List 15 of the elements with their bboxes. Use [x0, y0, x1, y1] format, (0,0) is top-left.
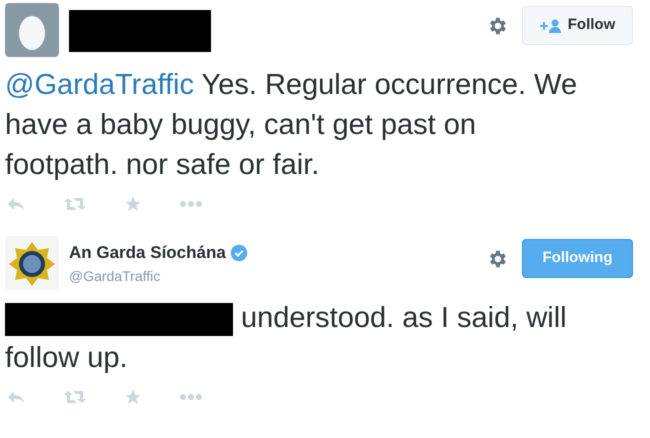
crest-badge-icon [5, 236, 59, 290]
more-icon[interactable] [180, 394, 202, 400]
display-name[interactable]: An Garda Síochána [69, 240, 226, 266]
star-icon[interactable] [124, 195, 142, 213]
tweet-text: understood. as I said, will follow up. [4, 301, 568, 376]
retweet-icon[interactable] [64, 196, 86, 212]
add-person-icon [540, 18, 562, 32]
avatar-egg-icon [5, 3, 59, 57]
reply-icon[interactable] [6, 389, 26, 405]
tweet-text: @GardaTraffic Yes. Regular occurrence. We have a baby buggy, can't get past on footpath. nor safe or fair. [4, 68, 578, 183]
follow-button[interactable]: Follow [522, 6, 633, 45]
reply-icon[interactable] [6, 196, 26, 212]
star-icon[interactable] [124, 388, 142, 406]
more-icon[interactable] [180, 201, 202, 207]
retweet-icon[interactable] [64, 389, 86, 405]
